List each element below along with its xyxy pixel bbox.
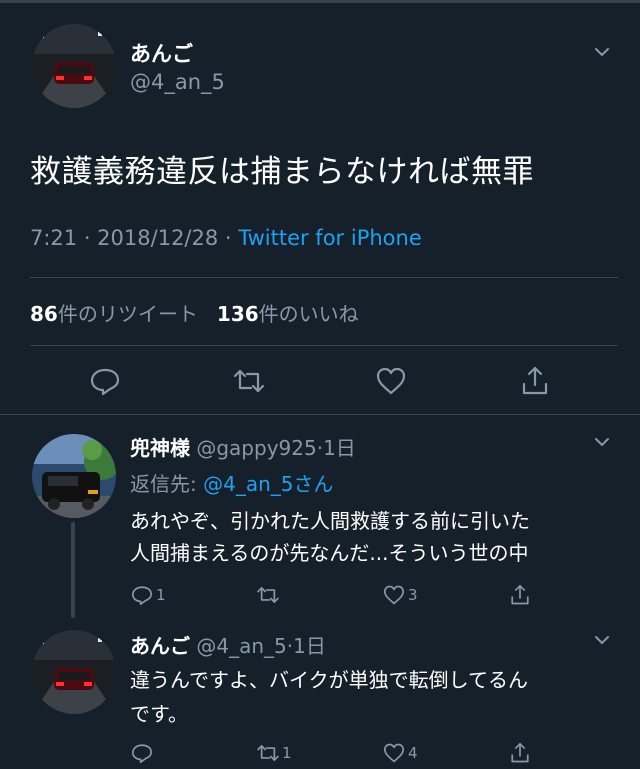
- tweet-source-link[interactable]: Twitter for iPhone: [238, 226, 422, 250]
- like-button[interactable]: 4: [382, 740, 418, 766]
- reply-text-line: です。: [130, 702, 188, 726]
- retweets-count: 86: [30, 302, 58, 326]
- author-name[interactable]: 兜神様: [130, 436, 190, 460]
- reply-time: ·1日: [286, 634, 326, 658]
- retweet-icon[interactable]: [232, 364, 266, 398]
- avatar[interactable]: [32, 630, 116, 714]
- like-icon: [383, 743, 405, 763]
- share-icon[interactable]: [518, 364, 552, 398]
- retweet-count: 1: [282, 744, 292, 762]
- tweet-meta: 7:21 · 2018/12/28 · Twitter for iPhone: [30, 226, 422, 250]
- share-icon: [511, 584, 529, 605]
- divider: [0, 414, 640, 415]
- top-divider: [0, 0, 640, 3]
- author-name[interactable]: あんご: [130, 634, 190, 658]
- like-icon: [383, 585, 405, 605]
- author-handle[interactable]: @4_an_5: [196, 634, 286, 658]
- likes-count: 136: [216, 302, 259, 326]
- avatar[interactable]: [32, 24, 116, 108]
- share-button[interactable]: [508, 582, 532, 608]
- reply-header: 兜神様 @gappy925·1日: [130, 432, 356, 461]
- reply-icon: [131, 586, 153, 606]
- likes-stat[interactable]: 136件のいいね: [217, 302, 359, 326]
- like-count: 3: [408, 586, 418, 604]
- author-name[interactable]: あんご: [130, 38, 193, 68]
- reply-count: 1: [156, 586, 166, 604]
- reply-to: 返信先: @4_an_5さん: [130, 468, 334, 497]
- chevron-down-icon[interactable]: [592, 42, 612, 62]
- like-count: 4: [408, 744, 418, 762]
- retweet-button[interactable]: 1: [256, 740, 292, 766]
- avatar[interactable]: [32, 434, 116, 518]
- reply-button[interactable]: [130, 740, 156, 766]
- tweet-text: 救護義務違反は捕まらなければ無罪: [30, 154, 534, 190]
- share-button[interactable]: [508, 740, 532, 766]
- retweets-label: 件のリツイート: [57, 302, 198, 326]
- reply-to-label: 返信先:: [130, 472, 204, 496]
- chevron-down-icon[interactable]: [592, 432, 612, 452]
- retweet-icon: [257, 587, 279, 603]
- divider: [30, 345, 618, 346]
- like-icon[interactable]: [374, 364, 408, 398]
- reply-text-line: あれやぞ、引かれた人間救護する前に引いた: [130, 509, 530, 533]
- divider: [30, 277, 618, 278]
- like-button[interactable]: 3: [382, 582, 418, 608]
- likes-label: 件のいいね: [258, 302, 359, 326]
- author-handle[interactable]: @4_an_5: [130, 70, 225, 94]
- chevron-down-icon[interactable]: [592, 630, 612, 650]
- reply-time: ·1日: [316, 436, 356, 460]
- author-handle[interactable]: @gappy925: [196, 436, 316, 460]
- reply-button[interactable]: 1: [130, 582, 166, 608]
- reply-to-user-link[interactable]: @4_an_5さん: [203, 472, 333, 496]
- tweet-stats: 86件のリツイート 136件のいいね: [30, 298, 359, 327]
- tweet-timestamp: 7:21 · 2018/12/28 ·: [30, 226, 239, 250]
- reply-text-line: 人間捕まえるのが先なんだ...そういう世の中: [130, 541, 529, 565]
- share-icon: [511, 742, 529, 763]
- reply-icon: [131, 744, 153, 764]
- retweet-icon: [257, 745, 279, 761]
- reply-icon[interactable]: [88, 364, 122, 398]
- retweet-button[interactable]: [256, 582, 282, 608]
- reply-text-line: 違うんですよ、バイクが単独で転倒してるん: [130, 668, 528, 692]
- reply-header: あんご @4_an_5·1日: [130, 630, 326, 659]
- thread-connector: [71, 522, 75, 618]
- retweets-stat[interactable]: 86件のリツイート: [30, 302, 198, 326]
